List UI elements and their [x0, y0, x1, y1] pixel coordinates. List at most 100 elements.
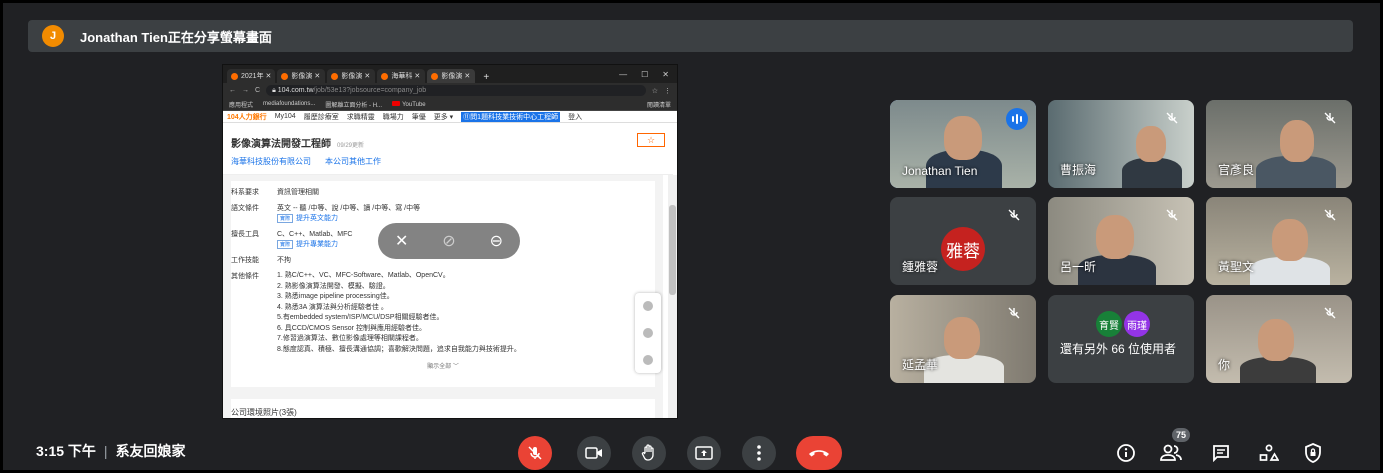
page-scrollbar[interactable] — [668, 175, 677, 418]
mute-presentation-icon[interactable]: ⊘ — [442, 231, 455, 251]
browser-tab-active[interactable]: 影像演 ✕ — [427, 69, 476, 83]
improve-link[interactable]: 提升專業能力 — [296, 241, 338, 248]
bookmark-youtube[interactable]: YouTube — [392, 100, 426, 108]
site-favicon-icon — [331, 72, 339, 80]
present-button[interactable] — [687, 436, 721, 470]
nav-item[interactable]: 求職精靈 — [347, 112, 375, 122]
shared-screen[interactable]: 2021年 ✕ 影像演 ✕ 影像演 ✕ 海華科 ✕ 影像演 ✕ + — ☐ ✕ ← … — [222, 64, 678, 419]
muted-icon — [1320, 205, 1340, 225]
window-controls[interactable]: — ☐ ✕ — [619, 70, 677, 79]
participant-name: 呂一昕 — [1060, 260, 1097, 274]
maximize-icon[interactable]: ☐ — [641, 70, 648, 79]
participant-name: 鍾雅蓉 — [902, 260, 939, 274]
self-tile[interactable]: 你 — [1206, 295, 1352, 383]
muted-icon — [1004, 303, 1024, 323]
site-logo[interactable]: 104人力銀行 — [227, 112, 267, 122]
close-icon[interactable]: ✕ — [662, 70, 669, 79]
nav-item[interactable]: 職場力 — [383, 112, 404, 122]
back-icon[interactable]: ← — [229, 87, 236, 94]
other-line: 4. 熟悉3A 演算法與分析經驗者佳 。 — [277, 303, 388, 311]
requirements-card: 科系要求 資訊管理相關 語文條件 英文 -- 聽 /中等、說 /中等、讀 /中等、寫… — [231, 181, 655, 387]
site-favicon-icon — [431, 72, 439, 80]
favorite-button[interactable]: ☆ — [637, 133, 665, 147]
scrollbar-thumb[interactable] — [669, 205, 676, 295]
new-tab-button[interactable]: + — [477, 72, 495, 83]
forward-icon[interactable]: → — [242, 87, 249, 94]
minimize-icon[interactable]: — — [619, 70, 627, 79]
url-field[interactable]: 🔒︎ 104.com.tw/job/53e13?jobsource=compan… — [266, 85, 646, 96]
chat-button[interactable] — [1210, 442, 1232, 464]
activities-button[interactable] — [1258, 442, 1280, 464]
reading-list[interactable]: 閱讀清單 — [647, 100, 671, 109]
raise-hand-button[interactable] — [632, 436, 666, 470]
people-count-badge: 75 — [1172, 428, 1190, 442]
show-all-link[interactable]: 顯示全部 ﹀ — [231, 361, 655, 370]
browser-tab[interactable]: 影像演 ✕ — [327, 69, 376, 83]
camera-toggle-button[interactable] — [577, 436, 611, 470]
person-face — [1272, 219, 1308, 261]
unpin-icon[interactable]: ✕︎ — [395, 231, 408, 251]
improve-link[interactable]: 提升英文能力 — [296, 215, 338, 222]
info-icon — [1117, 444, 1135, 462]
people-icon — [1160, 444, 1182, 461]
browser-tab[interactable]: 影像演 ✕ — [277, 69, 326, 83]
job-header: 影像演算法開發工程師 09/29更新 海華科技股份有限公司 本公司其他工作 ☆ — [223, 123, 673, 175]
participant-tile[interactable]: 呂一昕 — [1048, 197, 1194, 285]
bookmark-item[interactable]: 圖解離立面分析 - H... — [325, 100, 382, 109]
mic-toggle-button[interactable] — [518, 436, 552, 470]
people-button[interactable] — [1160, 442, 1182, 464]
participant-tile[interactable]: Jonathan Tien — [890, 100, 1036, 188]
camera-icon — [585, 447, 602, 459]
others-tile[interactable]: 育賢 雨瑾 還有另外 66 位使用者 — [1048, 295, 1194, 383]
other-line: 3. 熟悉image pipeline processing佳。 — [277, 293, 394, 300]
participant-name: 你 — [1218, 358, 1231, 372]
participant-avatar: 雅蓉 — [941, 227, 985, 271]
nav-item[interactable]: 更多 ▾ — [434, 112, 453, 122]
chat-icon — [1213, 445, 1229, 462]
nav-item[interactable]: 履歷診療室 — [304, 112, 339, 122]
company-link[interactable]: 海華科技股份有限公司 — [231, 157, 311, 166]
other-jobs-link[interactable]: 本公司其他工作 — [325, 157, 381, 166]
browser-tab[interactable]: 2021年 ✕ — [227, 69, 276, 83]
presenter-text: Jonathan Tien正在分享螢幕畫面 — [80, 29, 272, 45]
photos-section: 公司環境照片(3張) — [231, 399, 655, 418]
muted-icon — [1320, 303, 1340, 323]
meeting-details-button[interactable] — [1115, 442, 1137, 464]
remove-icon[interactable]: ⊖ — [490, 231, 503, 251]
chat-icon[interactable] — [643, 327, 653, 338]
more-options-button[interactable] — [742, 436, 776, 470]
person-body — [1122, 158, 1182, 188]
participant-tile[interactable]: 官彥良 — [1206, 100, 1352, 188]
nav-item[interactable]: My104 — [275, 113, 296, 120]
req-row: 語文條件 英文 -- 聽 /中等、說 /中等、讀 /中等、寫 /中等 實際 提升英文能… — [231, 205, 421, 223]
participant-tile[interactable]: 雅蓉 鍾雅蓉 — [890, 197, 1036, 285]
participant-tile[interactable]: 延孟華 — [890, 295, 1036, 383]
update-date: 09/29更新 — [337, 143, 365, 149]
person-face — [1136, 126, 1166, 162]
muted-icon — [1162, 205, 1182, 225]
bookmarks-bar: 應用程式 mediafoundations... 圖解離立面分析 - H... … — [223, 98, 677, 111]
bookmark-item[interactable]: mediafoundations... — [263, 101, 315, 107]
youtube-icon — [392, 100, 401, 106]
nav-item[interactable]: 筆優 — [412, 112, 426, 122]
share-icon[interactable] — [643, 301, 653, 312]
site-notice[interactable]: ⑪問1題科技業技術中心工程師 — [461, 111, 561, 122]
participant-tile[interactable]: 曹振海 — [1048, 100, 1194, 188]
host-controls-button[interactable] — [1302, 442, 1324, 464]
presenter-avatar: J — [42, 25, 64, 47]
other-line: 8.態度認真、積極、擅長溝通協調；喜歡解決問題，追求自我能力與技術提升。 — [277, 345, 521, 353]
login-link[interactable]: 登入 — [568, 112, 582, 122]
browser-tab[interactable]: 海華科 ✕ — [377, 69, 426, 83]
bookmark-apps[interactable]: 應用程式 — [229, 100, 253, 109]
other-line: 1. 熟C/C++、VC、MFC-Software、Matlab、OpenCV。 — [277, 272, 450, 279]
other-line: 2. 熟影像演算法開發、模擬、驗證。 — [277, 282, 390, 290]
menu-icon[interactable]: ⋮ — [664, 87, 671, 95]
participant-name: 黃聖文 — [1218, 260, 1255, 274]
star-icon[interactable]: ☆ — [652, 87, 658, 95]
leave-call-button[interactable] — [796, 436, 842, 470]
address-bar: ← → C 🔒︎ 104.com.tw/job/53e13?jobsource=… — [223, 83, 677, 98]
scroll-top-icon[interactable] — [643, 354, 653, 365]
others-avatars: 育賢 雨瑾 — [1096, 311, 1150, 337]
participant-tile[interactable]: 黃聖文 — [1206, 197, 1352, 285]
reload-icon[interactable]: C — [255, 87, 260, 94]
